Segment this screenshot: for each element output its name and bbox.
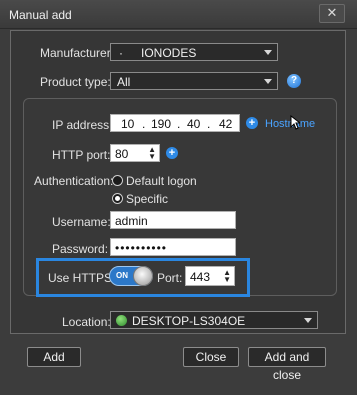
https-port-value: 443 <box>190 270 211 284</box>
ip-octet: 42 <box>219 117 233 131</box>
radio-default-logon[interactable] <box>112 175 123 186</box>
https-port-label: Port: <box>157 271 183 285</box>
radio-specific[interactable] <box>112 193 123 204</box>
http-port-value: 80 <box>115 147 129 161</box>
add-ip-icon[interactable]: + <box>246 117 258 129</box>
manufacturer-select[interactable]: · IONODES <box>110 43 278 61</box>
add-and-close-button[interactable]: Add and close <box>248 347 326 382</box>
title-bar: Manual add ✕ <box>0 0 357 29</box>
username-label: Username: <box>52 215 111 229</box>
add-port-icon[interactable]: + <box>166 147 178 159</box>
default-logon-label[interactable]: Default logon <box>126 174 197 188</box>
chevron-down-icon <box>304 318 312 323</box>
https-toggle[interactable]: ON <box>109 266 153 286</box>
product-type-label: Product type: <box>40 75 111 89</box>
product-type-value: All <box>117 75 131 89</box>
location-select[interactable]: DESKTOP-LS304OE <box>110 311 318 329</box>
toggle-knob <box>133 266 153 286</box>
username-field[interactable]: admin <box>110 211 236 229</box>
chevron-down-icon <box>264 79 272 84</box>
manufacturer-value: IONODES <box>141 46 197 60</box>
window-close-button[interactable]: ✕ <box>319 4 345 23</box>
computer-icon <box>116 315 127 326</box>
http-port-label: HTTP port: <box>52 148 111 162</box>
http-port-stepper[interactable]: 80 ▲ ▼ <box>110 144 160 162</box>
chevron-down-icon <box>264 50 272 55</box>
use-https-label: Use HTTPS: <box>48 271 116 285</box>
password-field[interactable]: •••••••••• <box>110 238 236 256</box>
spin-arrows-icon[interactable]: ▲ ▼ <box>148 146 156 161</box>
manufacturer-label: Manufacturer: <box>40 46 115 60</box>
add-button[interactable]: Add <box>27 347 81 367</box>
mouse-cursor-icon <box>290 115 300 130</box>
https-port-stepper[interactable]: 443 ▲ ▼ <box>185 266 235 286</box>
password-value: •••••••••• <box>115 241 168 255</box>
ip-address-label: IP address: <box>52 118 113 132</box>
product-type-select[interactable]: All <box>110 72 278 90</box>
specific-label[interactable]: Specific <box>126 192 168 206</box>
ip-address-field[interactable]: 10 . 190 . 40 . 42 <box>110 114 240 132</box>
authentication-label: Authentication: <box>34 174 114 188</box>
close-button[interactable]: Close <box>183 347 239 367</box>
ip-octet: 40 <box>187 117 201 131</box>
help-info-icon[interactable]: ? <box>287 74 301 88</box>
window-title: Manual add <box>9 8 72 22</box>
spin-arrows-icon[interactable]: ▲ ▼ <box>223 269 231 284</box>
ip-octet: 10 <box>121 117 135 131</box>
close-icon: ✕ <box>326 5 338 20</box>
username-value: admin <box>115 214 148 228</box>
location-value: DESKTOP-LS304OE <box>132 314 246 328</box>
location-label: Location: <box>62 315 111 329</box>
password-label: Password: <box>52 242 109 256</box>
toggle-state: ON <box>116 271 128 280</box>
ip-octet: 190 <box>151 117 172 131</box>
